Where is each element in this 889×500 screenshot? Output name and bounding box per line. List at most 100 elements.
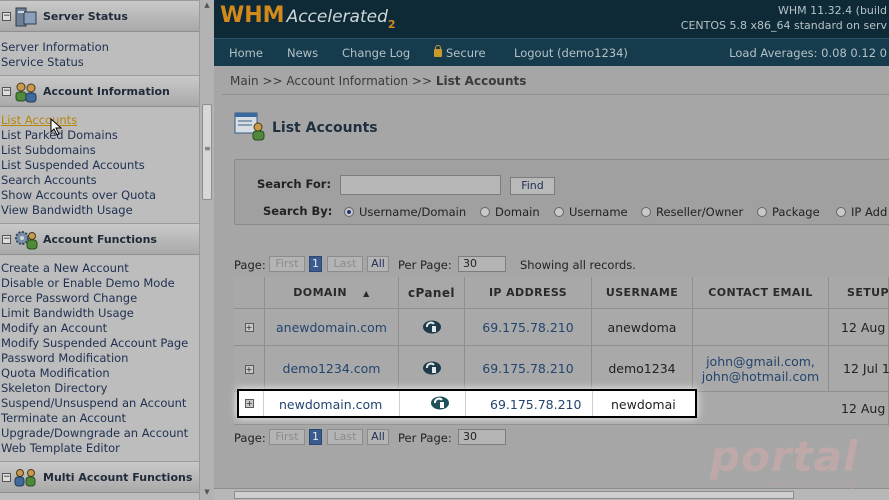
pager-current-page[interactable]: 1 xyxy=(309,256,322,272)
radio-username-domain[interactable]: Username/Domain xyxy=(344,205,466,219)
section-title: Multi Account Functions xyxy=(43,471,193,484)
sidebar-item-list-suspended-accounts[interactable]: List Suspended Accounts xyxy=(1,158,145,173)
radio-ip-address[interactable]: IP Add xyxy=(836,205,887,219)
ip-link[interactable]: 69.175.78.210 xyxy=(490,397,581,412)
sidebar-item-force-password-change[interactable]: Force Password Change xyxy=(1,291,137,306)
sidebar-item-limit-bandwidth[interactable]: Limit Bandwidth Usage xyxy=(1,306,134,321)
list-accounts-icon xyxy=(234,112,265,141)
sidebar-item-create-account[interactable]: Create a New Account xyxy=(1,261,129,276)
nav-news[interactable]: News xyxy=(287,46,318,60)
section-account-information[interactable]: − Account Information xyxy=(0,75,199,107)
per-page-input[interactable]: 30 xyxy=(458,429,506,445)
table-header-expand xyxy=(234,277,265,309)
setup-cell: 12 Aug xyxy=(829,309,889,346)
radio-reseller-owner[interactable]: Reseller/Owner xyxy=(641,205,743,219)
table-header-username[interactable]: Username xyxy=(592,277,693,309)
table-header-setup[interactable]: Setup xyxy=(829,277,889,309)
gear-user-icon xyxy=(15,231,38,250)
sidebar-item-skeleton-directory[interactable]: Skeleton Directory xyxy=(1,381,107,396)
cpanel-icon[interactable] xyxy=(421,319,443,335)
breadcrumb-path[interactable]: Main >> Account Information >> xyxy=(230,74,436,88)
section-account-functions[interactable]: − Account Functions xyxy=(0,223,199,255)
nav-change-log[interactable]: Change Log xyxy=(342,46,410,60)
collapse-toggle[interactable]: − xyxy=(2,87,11,96)
scroll-down-arrow-icon[interactable]: ▼ xyxy=(202,488,212,496)
per-page-input[interactable]: 30 xyxy=(458,256,506,272)
radio-username[interactable]: Username xyxy=(554,205,628,219)
sidebar-item-service-status[interactable]: Service Status xyxy=(1,55,84,70)
section-title: Account Information xyxy=(43,85,170,98)
expand-plus-icon[interactable]: + xyxy=(245,399,254,408)
radio-domain[interactable]: Domain xyxy=(480,205,540,219)
sidebar-item-view-bandwidth-usage[interactable]: View Bandwidth Usage xyxy=(1,203,133,218)
ip-link[interactable]: 69.175.78.210 xyxy=(465,346,592,392)
breadcrumb: Main >> Account Information >> List Acco… xyxy=(230,74,526,88)
expand-cell[interactable]: + xyxy=(234,346,265,392)
cpanel-cell[interactable] xyxy=(399,309,465,346)
search-input[interactable] xyxy=(340,175,501,195)
domain-link[interactable]: newdomain.com xyxy=(279,397,382,412)
divider xyxy=(222,94,889,95)
sidebar-item-modify-account[interactable]: Modify an Account xyxy=(1,321,107,336)
per-page-label: Per Page: xyxy=(398,431,452,445)
sidebar-item-server-information[interactable]: Server Information xyxy=(1,40,109,55)
ip-link[interactable]: 69.175.78.210 xyxy=(465,309,592,346)
cpanel-cell[interactable] xyxy=(399,346,465,392)
pager-current-page[interactable]: 1 xyxy=(309,429,322,445)
sidebar-item-search-accounts[interactable]: Search Accounts xyxy=(1,173,97,188)
sidebar-item-suspend-unsuspend[interactable]: Suspend/Unsuspend an Account xyxy=(1,396,186,411)
section-multi-account-functions[interactable]: − Multi Account Functions xyxy=(0,461,199,493)
sidebar-item-list-subdomains[interactable]: List Subdomains xyxy=(1,143,96,158)
expand-cell[interactable]: + xyxy=(234,309,265,346)
expand-plus-icon[interactable]: + xyxy=(244,323,254,332)
highlighted-table-row[interactable]: + newdomain.com 69.175.78.210 newdomai xyxy=(237,389,697,418)
pager-all-button[interactable]: All xyxy=(367,429,389,445)
sidebar-item-show-accounts-over-quota[interactable]: Show Accounts over Quota xyxy=(1,188,156,203)
domain-link[interactable]: anewdomain.com xyxy=(265,309,399,346)
email-cell xyxy=(693,309,829,346)
nav-home[interactable]: Home xyxy=(229,46,263,60)
page-title: List Accounts xyxy=(272,120,378,136)
pager-last-button[interactable]: Last xyxy=(327,429,363,445)
users-icon xyxy=(15,82,37,103)
table-header-ip[interactable]: IP Address xyxy=(465,277,592,309)
cpanel-icon[interactable] xyxy=(429,395,451,411)
table-header-domain[interactable]: Domain ▲ xyxy=(265,277,399,309)
collapse-toggle[interactable]: − xyxy=(2,473,11,482)
content-area: Main >> Account Information >> List Acco… xyxy=(214,66,889,488)
pager-first-button[interactable]: First xyxy=(269,429,305,445)
email-cell[interactable]: john@gmail.com, john@hotmail.com xyxy=(693,346,829,392)
pager-last-button[interactable]: Last xyxy=(327,256,363,272)
server-icon xyxy=(15,7,37,27)
collapse-toggle[interactable]: − xyxy=(2,12,11,21)
sidebar-item-list-accounts[interactable]: List Accounts xyxy=(1,113,77,128)
setup-cell: 12 Aug xyxy=(829,392,889,425)
pager-label: Page: xyxy=(234,431,266,445)
sidebar-item-password-modification[interactable]: Password Modification xyxy=(1,351,128,366)
cpanel-icon[interactable] xyxy=(421,360,443,376)
sidebar-item-terminate-account[interactable]: Terminate an Account xyxy=(1,411,126,426)
portal-watermark-logo: portal web hosting xyxy=(710,432,859,490)
pager-all-button[interactable]: All xyxy=(367,256,389,272)
sidebar-item-quota-modification[interactable]: Quota Modification xyxy=(1,366,110,381)
sidebar-item-web-template-editor[interactable]: Web Template Editor xyxy=(1,441,120,456)
sidebar-item-upgrade-downgrade[interactable]: Upgrade/Downgrade an Account xyxy=(1,426,188,441)
pager-first-button[interactable]: First xyxy=(269,256,305,272)
domain-link[interactable]: demo1234.com xyxy=(265,346,399,392)
collapse-toggle[interactable]: − xyxy=(2,235,11,244)
setup-cell: 12 Jul 1 xyxy=(829,346,889,392)
sidebar-scrollbar[interactable]: ▲ ≡ ▼ xyxy=(199,0,214,500)
scrollbar-thumb[interactable]: ≡ xyxy=(202,104,212,200)
sidebar-item-modify-suspended-page[interactable]: Modify Suspended Account Page xyxy=(1,336,188,351)
scroll-up-arrow-icon[interactable]: ▲ xyxy=(202,1,212,9)
expand-plus-icon[interactable]: + xyxy=(244,365,254,374)
table-header-contact-email[interactable]: Contact Email xyxy=(693,277,829,309)
sidebar-item-demo-mode[interactable]: Disable or Enable Demo Mode xyxy=(1,276,175,291)
table-header-cpanel: cPanel xyxy=(399,277,465,309)
nav-logout[interactable]: Logout (demo1234) xyxy=(514,46,628,60)
nav-secure[interactable]: Secure xyxy=(434,45,486,60)
section-server-status[interactable]: − Server Status xyxy=(0,0,199,32)
scrollbar-thumb[interactable] xyxy=(234,491,794,499)
find-button[interactable]: Find xyxy=(510,177,555,195)
radio-package[interactable]: Package xyxy=(757,205,820,219)
